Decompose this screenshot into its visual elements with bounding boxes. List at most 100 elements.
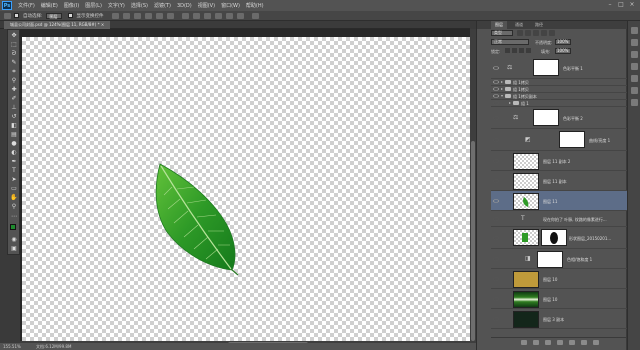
menu-view[interactable]: 视图(V) <box>198 2 215 9</box>
layer-row[interactable]: T 现在你拍了 叶脉, 纹路的像素进行... <box>491 211 627 227</box>
quick-select-tool-icon[interactable]: ✎ <box>10 59 18 66</box>
kind-filter-select[interactable]: 类型 <box>491 30 513 36</box>
eyedropper-tool-icon[interactable]: ⚲ <box>10 77 18 84</box>
eraser-tool-icon[interactable]: ◧ <box>10 122 18 129</box>
auto-select-dropdown[interactable]: 图层 <box>45 12 62 19</box>
visibility-eye-icon[interactable] <box>493 297 499 301</box>
layer-row[interactable]: ◨ 色相/饱和度 1 <box>491 249 627 269</box>
auto-align-icon[interactable] <box>251 12 259 19</box>
visibility-eye-icon[interactable] <box>493 116 499 120</box>
layer-row[interactable]: 图层 10 <box>491 269 627 289</box>
distribute-top-icon[interactable] <box>181 12 189 19</box>
menu-window[interactable]: 窗口(W) <box>221 2 240 9</box>
menu-layer[interactable]: 图层(L) <box>85 2 102 9</box>
lasso-tool-icon[interactable]: ᘐ <box>10 50 18 57</box>
zoom-tool-icon[interactable]: ⚲ <box>10 203 18 210</box>
distribute-right-icon[interactable] <box>236 12 244 19</box>
distribute-middle-icon[interactable] <box>192 12 200 19</box>
gradient-tool-icon[interactable]: ▤ <box>10 131 18 138</box>
minimize-button[interactable]: – <box>606 1 614 8</box>
menu-image[interactable]: 图像(I) <box>64 2 79 9</box>
new-group-icon[interactable] <box>569 340 575 345</box>
paragraph-panel-icon[interactable] <box>631 99 638 106</box>
collapse-arrow-icon[interactable]: ▾ <box>501 93 503 98</box>
hand-tool-icon[interactable]: ✋ <box>10 194 18 201</box>
visibility-eye-icon[interactable] <box>493 87 499 91</box>
expand-arrow-icon[interactable]: ▸ <box>501 86 503 91</box>
layer-row[interactable]: 图层 10 <box>491 289 627 309</box>
layer-row[interactable]: ▸ 组 1拷贝 <box>491 86 627 93</box>
character-panel-icon[interactable] <box>631 87 638 94</box>
more-tools-icon[interactable]: ⋯ <box>10 213 18 220</box>
close-button[interactable]: × <box>628 1 636 8</box>
screen-mode-icon[interactable]: ▣ <box>10 245 18 252</box>
filter-shape-icon[interactable] <box>541 30 547 36</box>
maximize-button[interactable]: □ <box>617 1 625 8</box>
document-tab[interactable]: 城县公司封面.psd @ 124%(图层 11, RGB/8#) * × <box>4 21 111 29</box>
layer-row[interactable]: 图层 11 副本 2 <box>491 151 627 171</box>
layer-row[interactable]: ⚖ 色彩平衡 2 <box>491 107 627 129</box>
distribute-left-icon[interactable] <box>214 12 222 19</box>
align-top-icon[interactable] <box>111 12 119 19</box>
quick-mask-icon[interactable]: ◉ <box>10 236 18 243</box>
add-mask-icon[interactable] <box>545 340 551 345</box>
lock-image-icon[interactable] <box>512 48 517 53</box>
tab-paths[interactable]: 路径 <box>531 21 547 29</box>
filter-type-icon[interactable] <box>533 30 539 36</box>
visibility-eye-icon[interactable] <box>493 179 499 183</box>
align-bottom-icon[interactable] <box>133 12 141 19</box>
properties-panel-icon[interactable] <box>631 39 638 46</box>
document-canvas[interactable] <box>22 37 470 341</box>
fill-field[interactable]: 100% <box>555 48 571 54</box>
filter-adjustment-icon[interactable] <box>525 30 531 36</box>
visibility-eye-icon[interactable] <box>493 199 499 203</box>
swatches-panel-icon[interactable] <box>631 51 638 58</box>
layer-row[interactable]: ▸ 组 1拷贝 <box>491 79 627 86</box>
history-brush-tool-icon[interactable]: ↺ <box>10 113 18 120</box>
distribute-bottom-icon[interactable] <box>203 12 211 19</box>
blur-tool-icon[interactable]: ● <box>10 140 18 147</box>
show-transform-checkbox[interactable] <box>67 13 73 18</box>
menu-file[interactable]: 文件(F) <box>18 2 35 9</box>
dodge-tool-icon[interactable]: ◐ <box>10 149 18 156</box>
move-tool-icon[interactable] <box>4 12 11 19</box>
expand-arrow-icon[interactable]: ▸ <box>501 79 503 84</box>
layer-row[interactable]: 图层 3 副本 <box>491 309 627 329</box>
layer-row[interactable]: ◩ 曲线/亮度 1 <box>491 129 627 151</box>
visibility-eye-icon[interactable] <box>493 257 499 261</box>
align-center-icon[interactable] <box>155 12 163 19</box>
delete-layer-icon[interactable] <box>593 340 599 345</box>
filter-pixel-icon[interactable] <box>517 30 523 36</box>
tab-channels[interactable]: 通道 <box>511 21 527 29</box>
visibility-eye-icon[interactable] <box>493 217 499 221</box>
type-tool-icon[interactable]: T <box>10 167 18 174</box>
pen-tool-icon[interactable]: ✒ <box>10 158 18 165</box>
layer-style-icon[interactable] <box>533 340 539 345</box>
layer-row[interactable]: ▸ 组 1 <box>491 100 627 107</box>
visibility-eye-icon[interactable] <box>493 236 499 240</box>
brush-tool-icon[interactable]: ✐ <box>10 95 18 102</box>
visibility-eye-icon[interactable] <box>493 138 499 142</box>
layer-row[interactable]: ▾ 组 1拷贝副本 <box>491 93 627 100</box>
menu-3d[interactable]: 3D(D) <box>177 3 192 9</box>
crop-tool-icon[interactable]: ⌗ <box>10 68 18 75</box>
layer-row[interactable]: ⚖ 色彩平衡 1 <box>491 57 627 79</box>
menu-filter[interactable]: 滤镜(T) <box>154 2 171 9</box>
new-adjustment-layer-icon[interactable] <box>557 340 563 345</box>
menu-type[interactable]: 文字(Y) <box>108 2 125 9</box>
layer-row[interactable]: 形状图层_20150201... <box>491 227 627 249</box>
visibility-eye-icon[interactable] <box>493 101 499 105</box>
marquee-tool-icon[interactable]: ⬚ <box>10 41 18 48</box>
menu-edit[interactable]: 编辑(E) <box>41 2 58 9</box>
filter-smart-object-icon[interactable] <box>549 30 555 36</box>
visibility-eye-icon[interactable] <box>493 66 499 70</box>
adjustments-panel-icon[interactable] <box>631 75 638 82</box>
layer-row[interactable]: 图层 11 副本 <box>491 171 627 191</box>
zoom-level[interactable]: 155.51% <box>3 343 21 350</box>
visibility-eye-icon[interactable] <box>493 80 499 84</box>
vertical-scroll-thumb[interactable] <box>471 141 475 341</box>
path-select-tool-icon[interactable]: ➤ <box>10 176 18 183</box>
foreground-color-swatch[interactable] <box>10 224 16 230</box>
visibility-eye-icon[interactable] <box>493 317 499 321</box>
expand-arrow-icon[interactable]: ▸ <box>509 100 511 105</box>
